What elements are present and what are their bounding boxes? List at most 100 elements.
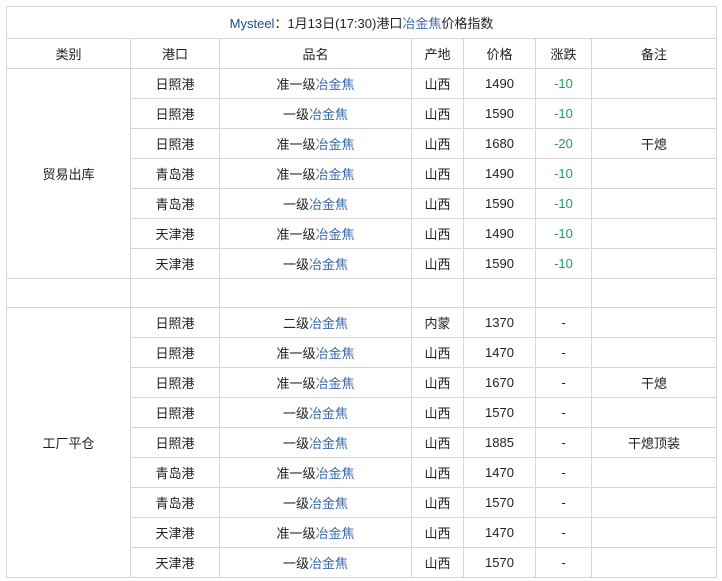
grade-text: 准一级 (276, 526, 316, 541)
port-cell: 天津港 (130, 248, 220, 279)
product-link[interactable]: 冶金焦 (309, 257, 348, 272)
header-category: 类别 (6, 38, 131, 69)
grade-text: 一级 (282, 496, 309, 511)
product-link[interactable]: 冶金焦 (316, 346, 355, 361)
origin-cell: 山西 (411, 457, 464, 488)
note-cell (590, 487, 718, 518)
change-cell: - (535, 337, 592, 368)
grade-text: 一级 (282, 107, 309, 122)
product-link[interactable]: 冶金焦 (316, 167, 355, 182)
header-price: 价格 (463, 38, 536, 69)
product-cell: 一级冶金焦 (219, 487, 412, 518)
grade-text: 一级 (282, 257, 309, 272)
empty-cell (463, 278, 536, 308)
empty-cell (130, 278, 220, 308)
origin-cell: 山西 (411, 248, 464, 279)
product-cell: 准一级冶金焦 (219, 158, 412, 189)
grade-text: 准一级 (276, 77, 316, 92)
product-link[interactable]: 冶金焦 (316, 526, 355, 541)
port-cell: 青岛港 (130, 457, 220, 488)
empty-cell (6, 278, 131, 308)
price-cell: 1470 (463, 457, 536, 488)
price-cell: 1570 (463, 487, 536, 518)
product-link[interactable]: 冶金焦 (309, 316, 348, 331)
product-cell: 一级冶金焦 (219, 98, 412, 129)
price-cell: 1570 (463, 547, 536, 578)
product-link[interactable]: 冶金焦 (309, 197, 348, 212)
port-cell: 青岛港 (130, 487, 220, 518)
change-cell: - (535, 517, 592, 548)
origin-cell: 山西 (411, 547, 464, 578)
product-cell: 一级冶金焦 (219, 547, 412, 578)
title-middle: ：1月13日(17:30)港口 (274, 16, 403, 31)
table-body: 贸易出库 日照港 准一级冶金焦 山西 1490 -10 日照港 一级冶金焦 山西 1590 -10 日… (6, 68, 718, 578)
grade-text: 准一级 (276, 466, 316, 481)
price-cell: 1470 (463, 517, 536, 548)
product-link[interactable]: 冶金焦 (309, 406, 348, 421)
note-cell (590, 337, 718, 368)
price-cell: 1370 (463, 307, 536, 338)
port-cell: 日照港 (130, 128, 220, 159)
port-cell: 日照港 (130, 427, 220, 458)
title-row: Mysteel：1月13日(17:30)港口冶金焦价格指数 (5, 6, 718, 39)
port-cell: 日照港 (130, 307, 220, 338)
product-cell: 准一级冶金焦 (219, 218, 412, 249)
port-cell: 天津港 (130, 547, 220, 578)
note-cell (590, 158, 718, 189)
product-link[interactable]: 冶金焦 (309, 496, 348, 511)
product-cell: 准一级冶金焦 (219, 128, 412, 159)
product-link[interactable]: 冶金焦 (316, 227, 355, 242)
change-cell: -10 (535, 98, 592, 129)
product-cell: 一级冶金焦 (219, 397, 412, 428)
product-link[interactable]: 冶金焦 (316, 466, 355, 481)
product-link[interactable]: 冶金焦 (316, 137, 355, 152)
product-cell: 一级冶金焦 (219, 427, 412, 458)
price-cell: 1490 (463, 218, 536, 249)
origin-cell: 山西 (411, 337, 464, 368)
grade-text: 一级 (282, 406, 309, 421)
origin-cell: 山西 (411, 487, 464, 518)
product-link[interactable]: 冶金焦 (309, 436, 348, 451)
header-note: 备注 (590, 38, 718, 69)
change-cell: -10 (535, 248, 592, 279)
header-origin: 产地 (411, 38, 464, 69)
note-cell (590, 248, 718, 279)
grade-text: 准一级 (276, 346, 316, 361)
grade-text: 准一级 (276, 376, 316, 391)
empty-cell (219, 278, 412, 308)
header-port: 港口 (130, 38, 220, 69)
port-cell: 日照港 (130, 337, 220, 368)
note-cell (590, 547, 718, 578)
grade-text: 二级 (282, 316, 309, 331)
grade-text: 一级 (282, 556, 309, 571)
note-cell (590, 98, 718, 129)
change-cell: -10 (535, 68, 592, 99)
port-cell: 日照港 (130, 367, 220, 398)
coke-price-table: Mysteel：1月13日(17:30)港口冶金焦价格指数 类别 港口 品名 产… (5, 6, 718, 578)
change-cell: - (535, 427, 592, 458)
title-link[interactable]: 冶金焦 (402, 16, 441, 31)
table-title: Mysteel：1月13日(17:30)港口冶金焦价格指数 (5, 6, 718, 39)
note-cell: 干熄 (590, 367, 718, 398)
port-cell: 日照港 (130, 397, 220, 428)
port-cell: 日照港 (130, 98, 220, 129)
change-cell: - (535, 487, 592, 518)
product-link[interactable]: 冶金焦 (309, 556, 348, 571)
note-cell (590, 188, 718, 219)
price-cell: 1590 (463, 98, 536, 129)
title-brand: Mysteel (229, 16, 275, 31)
empty-cell (411, 278, 464, 308)
origin-cell: 山西 (411, 188, 464, 219)
empty-cell (535, 278, 592, 308)
price-cell: 1680 (463, 128, 536, 159)
note-cell (590, 68, 718, 99)
origin-cell: 山西 (411, 367, 464, 398)
product-link[interactable]: 冶金焦 (316, 77, 355, 92)
grade-text: 一级 (282, 197, 309, 212)
price-table-container: Mysteel：1月13日(17:30)港口冶金焦价格指数 类别 港口 品名 产… (5, 6, 718, 578)
product-link[interactable]: 冶金焦 (309, 107, 348, 122)
note-cell (590, 517, 718, 548)
product-link[interactable]: 冶金焦 (316, 376, 355, 391)
note-cell (590, 457, 718, 488)
change-cell: -10 (535, 188, 592, 219)
